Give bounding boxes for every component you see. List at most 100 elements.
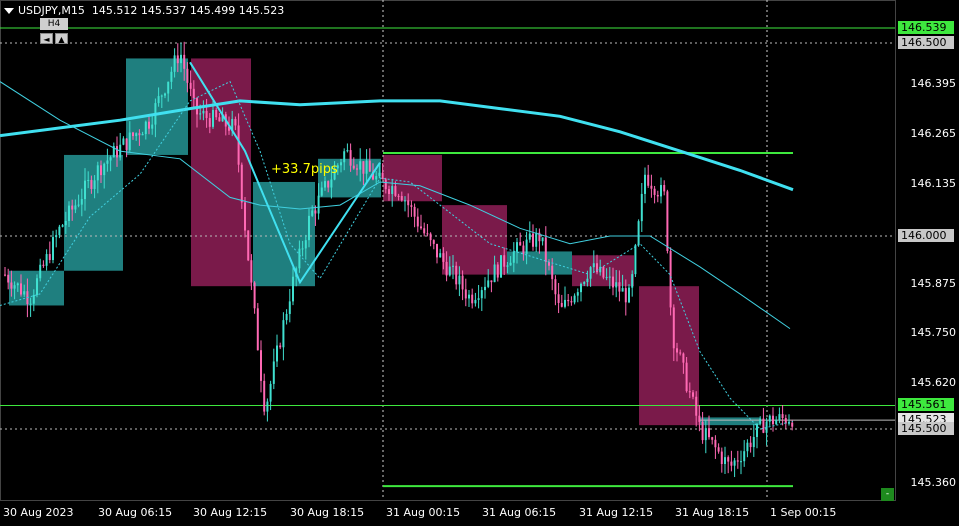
bear-candle [711, 437, 714, 440]
bull-candle [480, 290, 483, 299]
bull-candle [516, 242, 518, 252]
bear-candle [647, 174, 650, 186]
bull-candle [311, 210, 314, 216]
chart-header: USDJPY,M15 145.512 145.537 145.499 145.5… [4, 4, 284, 17]
bull-candle [266, 401, 269, 412]
bull-candle [615, 282, 618, 288]
menu-triangle-icon[interactable] [4, 8, 14, 14]
bear-candle [100, 165, 102, 176]
bull-candle [439, 253, 442, 258]
bull-candle [484, 286, 486, 291]
bear-candle [791, 422, 794, 427]
bear-candle [208, 118, 211, 127]
bull-candle [580, 283, 582, 293]
bear-candle [720, 451, 723, 464]
bear-candle [717, 447, 720, 452]
bear-candle [253, 282, 256, 309]
bull-candle [68, 205, 70, 222]
bear-candle [557, 294, 560, 303]
bear-candle [256, 308, 259, 351]
bull-candle [343, 151, 346, 163]
bear-candle [426, 233, 429, 235]
bear-candle [416, 216, 419, 227]
bear-candle [624, 288, 627, 303]
bull-candle [660, 185, 662, 197]
bear-candle [186, 68, 189, 83]
chart-window[interactable]: USDJPY,M15 145.512 145.537 145.499 145.5… [0, 0, 959, 526]
bear-candle [148, 121, 150, 129]
h4-box-bull [64, 154, 123, 271]
bull-candle [509, 262, 512, 266]
price-tag: 146.500 [898, 36, 954, 49]
bear-candle [650, 185, 653, 189]
bull-candle [180, 54, 182, 64]
bear-candle [176, 55, 179, 64]
bull-candle [141, 134, 144, 136]
bull-candle [199, 113, 202, 115]
collapse-button[interactable]: - [881, 488, 894, 501]
bull-candle [733, 460, 736, 466]
bull-candle [637, 221, 640, 246]
bear-candle [400, 196, 403, 201]
scroll-up-button[interactable]: ▲ [55, 33, 68, 44]
time-axis-label: 1 Sep 00:15 [770, 506, 837, 519]
bull-candle [320, 187, 323, 196]
bear-candle [701, 421, 704, 441]
bear-candle [464, 289, 467, 299]
bear-candle [413, 206, 416, 217]
bull-candle [80, 199, 83, 205]
timeframe-box[interactable]: H4 [40, 18, 68, 30]
bear-candle [560, 302, 563, 307]
bear-candle [384, 179, 387, 190]
bull-candle [16, 283, 19, 286]
bull-candle [160, 95, 163, 97]
bear-candle [352, 165, 355, 169]
bull-candle [23, 291, 26, 295]
bull-candle [493, 264, 496, 283]
bull-candle [103, 163, 106, 176]
time-axis-label: 30 Aug 18:15 [290, 506, 365, 519]
bear-candle [698, 415, 701, 422]
bull-candle [468, 294, 470, 299]
bull-candle [13, 285, 16, 289]
bear-candle [362, 161, 365, 174]
pips-annotation: +33.7pips [271, 162, 338, 177]
bear-candle [407, 200, 410, 206]
bear-candle [7, 274, 10, 283]
scroll-left-button[interactable]: ◄ [40, 33, 53, 44]
bull-candle [61, 225, 64, 227]
bear-candle [727, 457, 730, 462]
bull-candle [64, 221, 67, 226]
bull-candle [759, 418, 762, 424]
bull-candle [775, 419, 778, 425]
bull-candle [39, 264, 42, 279]
bull-candle [512, 251, 515, 263]
bear-candle [349, 150, 352, 166]
ohlc-values: 145.512 145.537 145.499 145.523 [91, 4, 285, 17]
price-chart[interactable] [0, 0, 959, 526]
bear-candle [138, 133, 141, 136]
bear-candle [394, 186, 397, 196]
bear-candle [48, 254, 51, 261]
bull-candle [135, 133, 138, 137]
bear-candle [20, 283, 22, 295]
bull-candle [592, 263, 595, 268]
bear-candle [429, 233, 432, 241]
bull-candle [122, 138, 125, 145]
bull-candle [317, 195, 320, 214]
bull-candle [164, 93, 166, 96]
bear-candle [708, 428, 710, 438]
bear-candle [692, 392, 694, 397]
bull-candle [292, 276, 294, 302]
time-axis-label: 31 Aug 06:15 [482, 506, 557, 519]
bull-candle [308, 215, 310, 241]
bull-candle [746, 442, 749, 452]
bull-candle [477, 298, 480, 300]
bull-candle [564, 299, 566, 307]
bull-candle [704, 428, 707, 441]
bear-candle [250, 260, 253, 283]
time-axis-label: 31 Aug 12:15 [579, 506, 654, 519]
bull-candle [378, 172, 381, 177]
bull-candle [487, 280, 490, 287]
bear-candle [522, 245, 525, 254]
